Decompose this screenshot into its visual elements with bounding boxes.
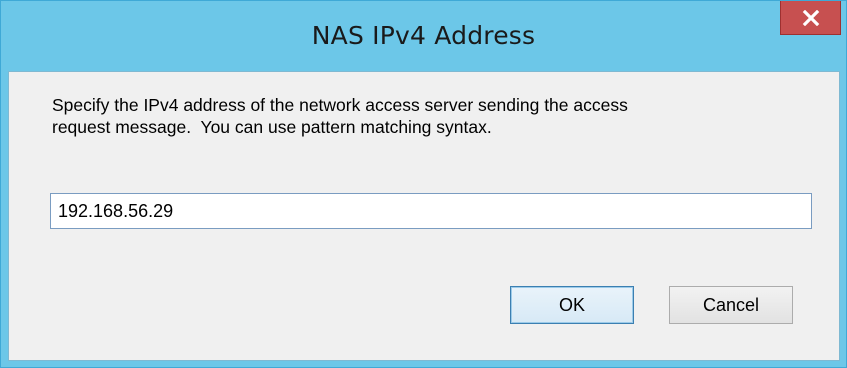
ip-address-input[interactable] xyxy=(50,193,812,229)
prompt-text: Specify the IPv4 address of the network … xyxy=(52,95,628,137)
title-bar[interactable]: NAS IPv4 Address xyxy=(1,1,846,77)
cancel-button[interactable]: Cancel xyxy=(669,286,793,324)
ok-button[interactable]: OK xyxy=(510,286,634,324)
dialog-title: NAS IPv4 Address xyxy=(311,21,536,50)
ok-button-label: OK xyxy=(558,294,585,315)
close-icon xyxy=(802,9,819,26)
dialog-body: Specify the IPv4 address of the network … xyxy=(8,71,840,361)
cancel-button-label: Cancel xyxy=(702,294,760,315)
close-button[interactable] xyxy=(780,1,841,35)
nas-ipv4-address-dialog: NAS IPv4 Address Specify the IPv4 addres… xyxy=(0,0,847,368)
